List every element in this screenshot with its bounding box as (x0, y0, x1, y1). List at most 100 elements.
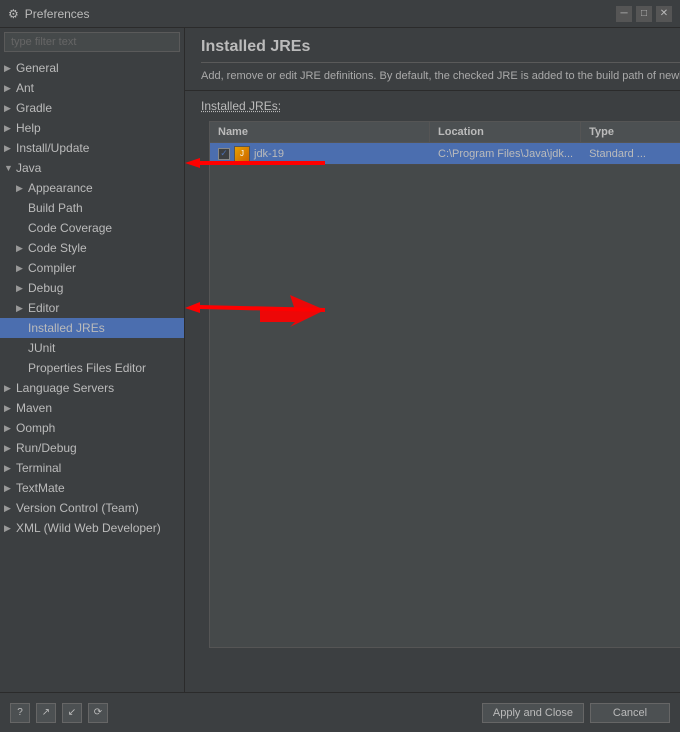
sidebar-label-editor: Editor (28, 301, 59, 315)
panel-description: Add, remove or edit JRE definitions. By … (201, 69, 680, 84)
sidebar-item-xml[interactable]: ▶XML (Wild Web Developer) (0, 518, 184, 538)
sidebar-item-codecoverage[interactable]: Code Coverage (0, 218, 184, 238)
jre-row[interactable]: Jjdk-19C:\Program Files\Java\jdk...Stand… (210, 143, 680, 165)
jre-table-header: Name Location Type (210, 122, 680, 143)
expand-arrow-java: ▼ (4, 163, 16, 173)
expand-arrow-maven: ▶ (4, 403, 16, 414)
sidebar-item-rundebug[interactable]: ▶Run/Debug (0, 438, 184, 458)
sidebar-item-help[interactable]: ▶Help (0, 118, 184, 138)
content-area: ▶General▶Ant▶Gradle▶Help▶Install/Update▼… (0, 28, 680, 692)
import-icon-button[interactable]: ↙ (62, 703, 82, 723)
sidebar-label-versioncontrol: Version Control (Team) (16, 501, 139, 515)
sidebar-item-junit[interactable]: JUnit (0, 338, 184, 358)
expand-arrow-oomph: ▶ (4, 423, 16, 434)
sidebar-label-general: General (16, 61, 59, 75)
sidebar-item-codestyle[interactable]: ▶Code Style (0, 238, 184, 258)
sidebar-label-java: Java (16, 161, 41, 175)
sidebar: ▶General▶Ant▶Gradle▶Help▶Install/Update▼… (0, 28, 185, 692)
sidebar-item-appearance[interactable]: ▶Appearance (0, 178, 184, 198)
apply-row: Apply (185, 660, 680, 692)
panel-with-buttons: Name Location Type Jjdk-19C:\Program Fil… (193, 117, 680, 660)
cancel-button[interactable]: Cancel (590, 703, 670, 723)
jre-location-cell: C:\Program Files\Java\jdk... (430, 146, 581, 162)
window-controls: ─ □ ✕ (616, 6, 672, 22)
expand-arrow-terminal: ▶ (4, 463, 16, 474)
bottom-right-controls: Apply and Close Cancel (482, 703, 670, 723)
expand-arrow-general: ▶ (4, 63, 16, 74)
title-bar: ⚙ Preferences ─ □ ✕ (0, 0, 680, 28)
sidebar-item-propertiesfileeditor[interactable]: Properties Files Editor (0, 358, 184, 378)
sidebar-item-java[interactable]: ▼Java (0, 158, 184, 178)
sidebar-item-versioncontrol[interactable]: ▶Version Control (Team) (0, 498, 184, 518)
right-panel: Installed JREs Add, remove or edit JRE d… (185, 28, 680, 692)
filter-input[interactable] (4, 32, 180, 52)
sidebar-item-installupdaet[interactable]: ▶Install/Update (0, 138, 184, 158)
jre-icon: J (234, 146, 250, 162)
sidebar-label-ant: Ant (16, 81, 34, 95)
link-icon: ⟳ (94, 707, 102, 718)
sidebar-label-textmate: TextMate (16, 481, 65, 495)
sidebar-label-help: Help (16, 121, 41, 135)
expand-arrow-editor: ▶ (16, 303, 28, 314)
jre-type-cell: Standard ... (581, 146, 680, 162)
window-title: Preferences (25, 7, 90, 21)
sidebar-item-oomph[interactable]: ▶Oomph (0, 418, 184, 438)
sidebar-label-propertiesfileeditor: Properties Files Editor (28, 361, 146, 375)
sidebar-item-buildpath[interactable]: Build Path (0, 198, 184, 218)
sidebar-label-appearance: Appearance (28, 181, 93, 195)
export-icon: ↗ (42, 707, 50, 718)
sidebar-item-languageservers[interactable]: ▶Language Servers (0, 378, 184, 398)
sidebar-label-junit: JUnit (28, 341, 55, 355)
maximize-button[interactable]: □ (636, 6, 652, 22)
col-header-type[interactable]: Type (581, 122, 680, 142)
panel-subtitle: Installed JREs: (201, 99, 680, 113)
sidebar-label-buildpath: Build Path (28, 201, 83, 215)
sidebar-item-gradle[interactable]: ▶Gradle (0, 98, 184, 118)
sidebar-item-maven[interactable]: ▶Maven (0, 398, 184, 418)
sidebar-item-compiler[interactable]: ▶Compiler (0, 258, 184, 278)
expand-arrow-versioncontrol: ▶ (4, 503, 16, 514)
bottom-bar: ? ↗ ↙ ⟳ Apply and Close Cancel (0, 692, 680, 732)
sidebar-item-terminal[interactable]: ▶Terminal (0, 458, 184, 478)
expand-arrow-appearance: ▶ (16, 183, 28, 194)
app-icon: ⚙ (8, 7, 19, 21)
export-icon-button[interactable]: ↗ (36, 703, 56, 723)
expand-arrow-languageservers: ▶ (4, 383, 16, 394)
bottom-left-controls: ? ↗ ↙ ⟳ (10, 703, 108, 723)
sidebar-item-installedjres[interactable]: Installed JREs (0, 318, 184, 338)
title-bar-left: ⚙ Preferences (8, 7, 89, 21)
sidebar-label-installedjres: Installed JREs (28, 321, 105, 335)
sidebar-item-editor[interactable]: ▶Editor (0, 298, 184, 318)
expand-arrow-codestyle: ▶ (16, 243, 28, 254)
apply-and-close-button[interactable]: Apply and Close (482, 703, 584, 723)
sidebar-label-terminal: Terminal (16, 461, 61, 475)
jre-checkbox[interactable] (218, 148, 230, 160)
sidebar-item-debug[interactable]: ▶Debug (0, 278, 184, 298)
expand-arrow-rundebug: ▶ (4, 443, 16, 454)
sidebar-label-installupdaet: Install/Update (16, 141, 89, 155)
link-icon-button[interactable]: ⟳ (88, 703, 108, 723)
col-header-name[interactable]: Name (210, 122, 430, 142)
jre-name-cell: Jjdk-19 (210, 144, 430, 164)
jre-name-text: jdk-19 (254, 148, 284, 160)
help-icon-button[interactable]: ? (10, 703, 30, 723)
sidebar-label-xml: XML (Wild Web Developer) (16, 521, 161, 535)
col-header-location[interactable]: Location (430, 122, 581, 142)
main-container: ▶General▶Ant▶Gradle▶Help▶Install/Update▼… (0, 28, 680, 732)
expand-arrow-xml: ▶ (4, 523, 16, 534)
close-button[interactable]: ✕ (656, 6, 672, 22)
sidebar-label-rundebug: Run/Debug (16, 441, 77, 455)
panel-header: Installed JREs Add, remove or edit JRE d… (185, 28, 680, 91)
expand-arrow-help: ▶ (4, 123, 16, 134)
sidebar-label-compiler: Compiler (28, 261, 76, 275)
sidebar-item-ant[interactable]: ▶Ant (0, 78, 184, 98)
sidebar-item-general[interactable]: ▶General (0, 58, 184, 78)
minimize-button[interactable]: ─ (616, 6, 632, 22)
jre-table: Name Location Type Jjdk-19C:\Program Fil… (209, 121, 680, 648)
tree-area: ▶General▶Ant▶Gradle▶Help▶Install/Update▼… (0, 56, 184, 692)
sidebar-label-gradle: Gradle (16, 101, 52, 115)
help-icon: ? (17, 707, 23, 718)
import-icon: ↙ (68, 707, 76, 718)
sidebar-item-textmate[interactable]: ▶TextMate (0, 478, 184, 498)
sidebar-label-codecoverage: Code Coverage (28, 221, 112, 235)
